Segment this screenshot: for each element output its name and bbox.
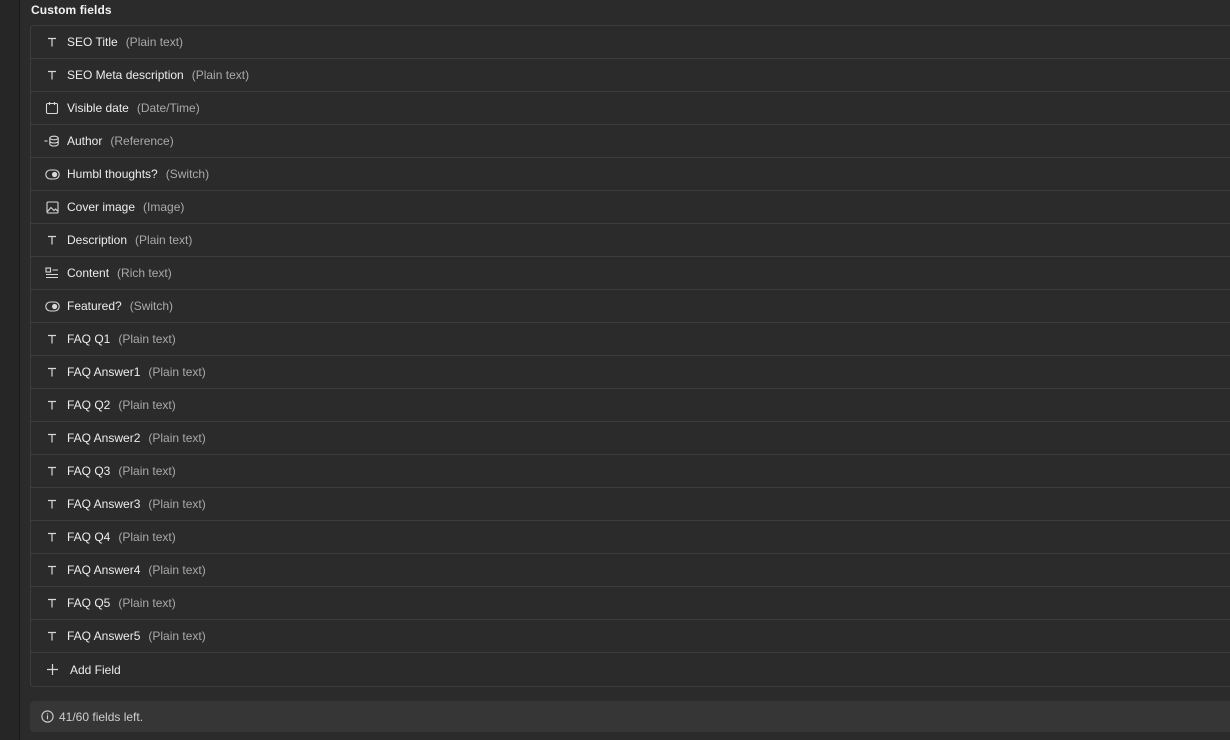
fields-remaining-notice: 41/60 fields left.	[30, 701, 1230, 732]
info-icon	[41, 710, 54, 723]
text-icon	[44, 628, 60, 644]
field-type: (Plain text)	[135, 233, 193, 247]
section-title: Custom fields	[31, 3, 112, 17]
field-row-faq-q3[interactable]: FAQ Q3 (Plain text)	[31, 455, 1230, 488]
field-name: Humbl thoughts?	[67, 167, 158, 181]
calendar-icon	[44, 100, 60, 116]
field-row-faq-q1[interactable]: FAQ Q1 (Plain text)	[31, 323, 1230, 356]
text-icon	[44, 496, 60, 512]
text-icon	[44, 595, 60, 611]
field-row-faq-answer3[interactable]: FAQ Answer3 (Plain text)	[31, 488, 1230, 521]
field-type: (Switch)	[165, 167, 210, 181]
image-icon	[44, 199, 60, 215]
field-row-faq-answer4[interactable]: FAQ Answer4 (Plain text)	[31, 554, 1230, 587]
field-row-faq-q2[interactable]: FAQ Q2 (Plain text)	[31, 389, 1230, 422]
field-row-seo-title[interactable]: SEO Title (Plain text)	[31, 26, 1230, 59]
text-icon	[44, 463, 60, 479]
field-type: (Plain text)	[148, 365, 206, 379]
rich-text-icon	[44, 265, 60, 281]
field-type: (Plain text)	[191, 68, 250, 82]
text-icon	[44, 562, 60, 578]
field-name: FAQ Answer2	[67, 431, 141, 445]
field-name: FAQ Answer4	[67, 563, 141, 577]
field-row-faq-q5[interactable]: FAQ Q5 (Plain text)	[31, 587, 1230, 620]
field-row-faq-answer2[interactable]: FAQ Answer2 (Plain text)	[31, 422, 1230, 455]
field-name: FAQ Answer5	[67, 629, 141, 643]
field-type: (Switch)	[129, 299, 174, 313]
field-type: (Plain text)	[148, 563, 206, 577]
field-name: FAQ Answer3	[67, 497, 141, 511]
field-name: FAQ Q2	[67, 398, 111, 412]
field-name: FAQ Q5	[67, 596, 111, 610]
field-name: Content	[67, 266, 110, 280]
field-name: SEO Meta description	[67, 68, 184, 82]
field-type: (Plain text)	[118, 398, 176, 412]
text-icon	[44, 364, 60, 380]
field-name: Author	[67, 134, 103, 148]
text-icon	[44, 331, 60, 347]
field-name: Cover image	[67, 200, 136, 214]
field-row-description[interactable]: Description (Plain text)	[31, 224, 1230, 257]
field-name: FAQ Q3	[67, 464, 111, 478]
field-row-faq-answer1[interactable]: FAQ Answer1 (Plain text)	[31, 356, 1230, 389]
text-icon	[44, 67, 60, 83]
field-name: FAQ Q1	[67, 332, 111, 346]
text-icon	[44, 34, 60, 50]
field-row-cover-image[interactable]: Cover image (Image)	[31, 191, 1230, 224]
add-field-label: Add Field	[70, 662, 121, 677]
custom-fields-list: SEO Title (Plain text) SEO Meta descriptio…	[30, 25, 1230, 687]
field-type: (Plain text)	[125, 35, 184, 49]
field-row-author[interactable]: Author (Reference)	[31, 125, 1230, 158]
text-icon	[44, 397, 60, 413]
field-type: (Image)	[143, 200, 185, 214]
field-row-visible-date[interactable]: Visible date (Date/Time)	[31, 92, 1230, 125]
field-row-content[interactable]: Content (Rich text)	[31, 257, 1230, 290]
field-type: (Reference)	[110, 134, 174, 148]
field-name: SEO Title	[67, 35, 118, 49]
text-icon	[44, 529, 60, 545]
field-name: Visible date	[67, 101, 129, 115]
field-type: (Plain text)	[118, 332, 176, 346]
field-row-featured[interactable]: Featured? (Switch)	[31, 290, 1230, 323]
field-type: (Plain text)	[148, 497, 206, 511]
field-name: Description	[67, 233, 128, 247]
field-row-faq-q4[interactable]: FAQ Q4 (Plain text)	[31, 521, 1230, 554]
plus-icon	[44, 662, 60, 678]
field-type: (Date/Time)	[136, 101, 200, 115]
text-icon	[44, 430, 60, 446]
switch-icon	[44, 166, 60, 182]
field-type: (Plain text)	[118, 464, 176, 478]
field-row-faq-answer5[interactable]: FAQ Answer5 (Plain text)	[31, 620, 1230, 653]
field-type: (Plain text)	[148, 431, 206, 445]
field-name: FAQ Answer1	[67, 365, 141, 379]
fields-remaining-text: 41/60 fields left.	[59, 709, 144, 724]
add-field-button[interactable]: Add Field	[31, 653, 1230, 686]
field-name: Featured?	[67, 299, 122, 313]
field-row-humbl-thoughts[interactable]: Humbl thoughts? (Switch)	[31, 158, 1230, 191]
field-type: (Rich text)	[117, 266, 172, 280]
field-type: (Plain text)	[148, 629, 206, 643]
field-type: (Plain text)	[118, 596, 176, 610]
switch-icon	[44, 298, 60, 314]
reference-icon	[44, 133, 60, 149]
field-name: FAQ Q4	[67, 530, 111, 544]
field-type: (Plain text)	[118, 530, 176, 544]
text-icon	[44, 232, 60, 248]
field-row-seo-meta-description[interactable]: SEO Meta description (Plain text)	[31, 59, 1230, 92]
left-panel-edge	[0, 0, 20, 740]
